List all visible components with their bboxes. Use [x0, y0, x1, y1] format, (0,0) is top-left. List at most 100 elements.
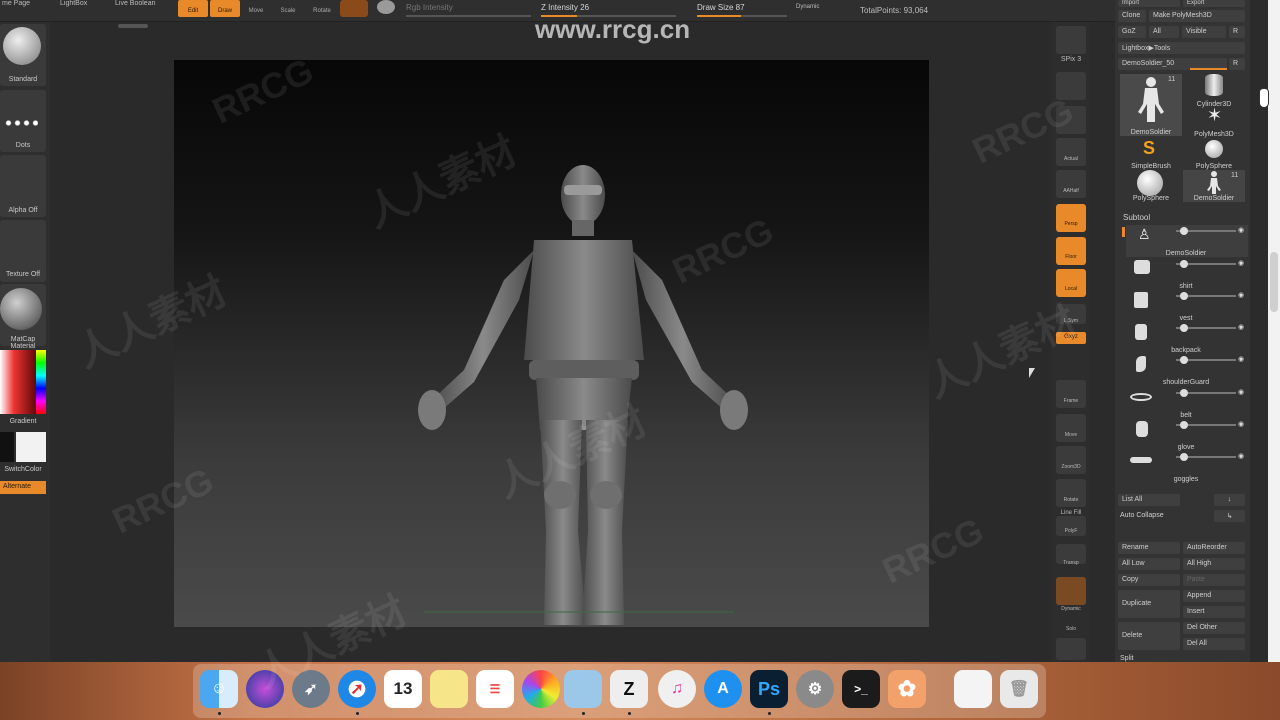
- paste-button[interactable]: Paste: [1183, 574, 1245, 586]
- tool-thumb-simplebrush[interactable]: S SimpleBrush: [1120, 138, 1182, 170]
- tool-thumb-polysphere[interactable]: PolySphere: [1183, 138, 1245, 170]
- live-boolean-button[interactable]: Live Boolean: [115, 0, 155, 7]
- zbrush-flower-icon[interactable]: ✿: [888, 670, 926, 708]
- rename-button[interactable]: Rename: [1118, 542, 1180, 554]
- main-color-swatch[interactable]: [16, 432, 46, 462]
- list-all-button[interactable]: List All: [1118, 494, 1180, 506]
- reminders-icon[interactable]: ☰: [476, 670, 514, 708]
- viewport-canvas[interactable]: [174, 60, 929, 627]
- lightbox-tools-button[interactable]: Lightbox▶Tools: [1118, 42, 1245, 54]
- solo-label[interactable]: Solo: [1052, 626, 1090, 632]
- all-high-button[interactable]: All High: [1183, 558, 1245, 570]
- trash-icon[interactable]: 🗑: [1000, 670, 1038, 708]
- itunes-icon[interactable]: ♫: [658, 670, 696, 708]
- subtool-toggles[interactable]: ◉: [1176, 389, 1246, 397]
- dynamic-view-button[interactable]: [1056, 577, 1086, 605]
- append-button[interactable]: Append: [1183, 590, 1245, 602]
- subtool-toggles[interactable]: ◉: [1176, 356, 1246, 364]
- move-button[interactable]: Move: [243, 0, 269, 17]
- all-low-button[interactable]: All Low: [1118, 558, 1180, 570]
- photos-icon[interactable]: [522, 670, 560, 708]
- subtool-toggles[interactable]: ◉: [1176, 292, 1246, 300]
- tool-thumb-demosoldier[interactable]: 11 DemoSoldier: [1120, 74, 1182, 136]
- scale-button[interactable]: Scale: [275, 0, 301, 17]
- hue-strip[interactable]: [36, 350, 46, 414]
- subtool-row[interactable]: ◉ belt: [1126, 387, 1248, 419]
- subtool-row[interactable]: ◉ vest: [1126, 290, 1248, 322]
- launchpad-icon[interactable]: ➶: [292, 670, 330, 708]
- z-intensity-slider[interactable]: Z Intensity 26: [541, 3, 589, 12]
- del-other-button[interactable]: Del Other: [1183, 622, 1245, 634]
- goz-button[interactable]: GoZ: [1118, 26, 1146, 38]
- goz-r-button[interactable]: R: [1229, 26, 1245, 38]
- goz-visible-button[interactable]: Visible: [1182, 26, 1226, 38]
- tool-thumb-demosoldier-2[interactable]: 11 DemoSoldier: [1183, 170, 1245, 202]
- dynamic-button[interactable]: Dynamic: [796, 4, 819, 10]
- color-picker[interactable]: [0, 350, 46, 414]
- siri-icon[interactable]: [246, 670, 284, 708]
- photoshop-icon[interactable]: Ps: [750, 670, 788, 708]
- zoom-button[interactable]: [1056, 106, 1086, 134]
- del-all-button[interactable]: Del All: [1183, 638, 1245, 650]
- tool-thumb-polysphere-2[interactable]: PolySphere: [1120, 170, 1182, 202]
- draw-button[interactable]: Draw: [210, 0, 240, 17]
- subtool-row[interactable]: ♙ ◉ DemoSoldier: [1122, 225, 1248, 257]
- rotate-button[interactable]: Rotate: [309, 0, 335, 17]
- subtool-toggles[interactable]: ◉: [1176, 227, 1246, 235]
- export-button[interactable]: Export: [1183, 0, 1245, 7]
- auto-reorder-button[interactable]: AutoReorder: [1183, 542, 1245, 554]
- move-down-button[interactable]: ↓: [1214, 494, 1245, 506]
- tool-thumb-polymesh[interactable]: ✶ PolyMesh3D: [1183, 106, 1245, 138]
- clone-button[interactable]: Clone: [1118, 10, 1146, 22]
- scroll-button[interactable]: [1056, 72, 1086, 100]
- secondary-color-swatch[interactable]: [0, 432, 14, 462]
- move-arrow-button[interactable]: ↳: [1214, 510, 1245, 522]
- home-page-button[interactable]: me Page: [2, 0, 30, 7]
- auto-collapse-button[interactable]: Auto Collapse: [1120, 512, 1164, 519]
- subtool-row[interactable]: ◉ shoulderGuard: [1126, 354, 1248, 386]
- rgb-intensity-slider[interactable]: Rgb Intensity: [406, 3, 453, 12]
- import-button[interactable]: Import: [1118, 0, 1180, 7]
- system-preferences-icon[interactable]: ⚙: [796, 670, 834, 708]
- persp-button[interactable]: [1056, 204, 1086, 232]
- subtool-toggles[interactable]: ◉: [1176, 453, 1246, 461]
- delete-button[interactable]: Delete: [1118, 622, 1180, 650]
- subtool-toggles[interactable]: ◉: [1176, 421, 1246, 429]
- split-button[interactable]: Split: [1120, 655, 1134, 662]
- scrollbar-thumb[interactable]: [1270, 252, 1278, 312]
- subtool-row[interactable]: ◉ backpack: [1126, 322, 1248, 354]
- current-tool-r-button[interactable]: R: [1229, 58, 1245, 70]
- preview-icon[interactable]: [564, 670, 602, 708]
- subtool-row[interactable]: ◉ goggles: [1126, 451, 1248, 483]
- documents-icon[interactable]: [954, 670, 992, 708]
- make-polymesh-button[interactable]: Make PolyMesh3D: [1149, 10, 1245, 22]
- finder-icon[interactable]: ☺: [200, 670, 238, 708]
- draw-size-slider[interactable]: Draw Size 87: [697, 3, 745, 12]
- bpr-render-button[interactable]: [1056, 26, 1086, 54]
- calendar-icon[interactable]: 13: [384, 670, 422, 708]
- subtool-toggles[interactable]: ◉: [1176, 324, 1246, 332]
- notes-icon[interactable]: [430, 670, 468, 708]
- terminal-icon[interactable]: >_: [842, 670, 880, 708]
- subtool-row[interactable]: ◉ glove: [1126, 419, 1248, 451]
- copy-button[interactable]: Copy: [1118, 574, 1180, 586]
- material-sphere-icon[interactable]: [377, 0, 395, 14]
- floor-button[interactable]: [1056, 237, 1086, 265]
- subtool-toggles[interactable]: ◉: [1176, 260, 1246, 268]
- safari-icon[interactable]: ➚: [338, 670, 376, 708]
- document-scroll-handle[interactable]: [118, 24, 148, 28]
- subtool-header[interactable]: Subtool: [1123, 213, 1150, 222]
- subtool-row[interactable]: ◉ shirt: [1126, 258, 1248, 290]
- lightbox-button[interactable]: LightBox: [60, 0, 87, 7]
- alternate-button[interactable]: Alternate: [0, 481, 46, 494]
- app-store-icon[interactable]: A: [704, 670, 742, 708]
- tool-thumb-cylinder[interactable]: Cylinder3D: [1183, 74, 1245, 108]
- xpose-button[interactable]: [1056, 638, 1086, 660]
- local-button[interactable]: [1056, 269, 1086, 297]
- sculpt-mode-button[interactable]: [340, 0, 368, 17]
- gxyz-button[interactable]: Gxyz: [1056, 332, 1086, 344]
- zbrush-icon[interactable]: Z: [610, 670, 648, 708]
- insert-button[interactable]: Insert: [1183, 606, 1245, 618]
- edit-button[interactable]: Edit: [178, 0, 208, 17]
- window-scrollbar[interactable]: [1268, 0, 1280, 662]
